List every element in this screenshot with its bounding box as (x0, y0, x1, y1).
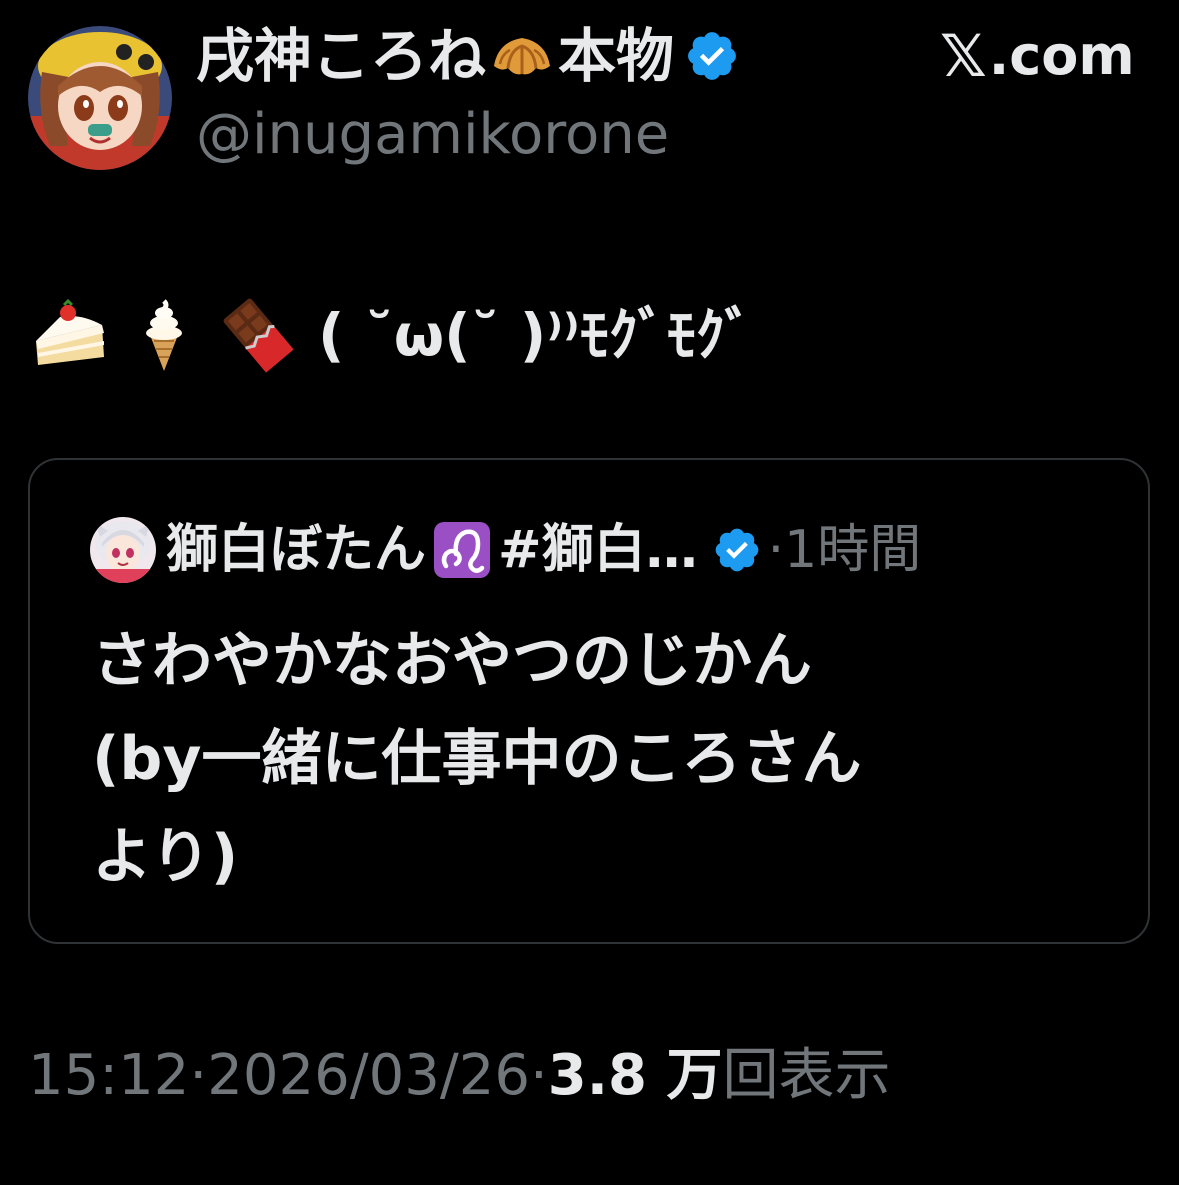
meta-separator: · (529, 1043, 548, 1108)
soft-ice-cream-icon (124, 295, 204, 375)
verified-badge-icon (712, 525, 762, 575)
leo-icon (432, 520, 492, 580)
tweet-kaomoji-text: ( ˘ω(˘ )⁾⁾ﾓｸﾞﾓｸﾞ (318, 301, 754, 369)
quote-body-line: (by一緒に仕事中のころさん (92, 724, 862, 794)
quote-author-avatar (90, 517, 156, 583)
quote-header: 獅白ぼたん #獅白… ·1時間 (90, 514, 921, 586)
tweet-text: ( ˘ω(˘ )⁾⁾ﾓｸﾞﾓｸﾞ (30, 290, 754, 380)
quote-timestamp: ·1時間 (767, 520, 922, 580)
quote-tweet-card[interactable]: 獅白ぼたん #獅白… ·1時間 さわやかなおやつのじかん (by一緒に仕事中のこ… (28, 458, 1150, 944)
quote-author-hashtag: #獅白… (498, 520, 698, 580)
quote-body-line: より) (92, 822, 239, 892)
meta-separator: · (189, 1043, 208, 1108)
x-logo-icon: 𝕏 (940, 22, 987, 90)
views-count: 3.8 万 (547, 1043, 723, 1108)
x-brand-logo: 𝕏 .com (940, 24, 1135, 88)
chocolate-bar-icon (218, 295, 298, 375)
croissant-icon (490, 28, 554, 84)
tweet-date[interactable]: 2026/03/26 (207, 1048, 530, 1104)
cake-icon (30, 295, 110, 375)
author-name-suffix: 本物 (558, 22, 675, 90)
author-handle[interactable]: @inugamikorone (196, 104, 669, 166)
tweet-meta: 15:12 · 2026/03/26 · 3.8 万 回表示 (28, 1036, 890, 1116)
brand-domain: .com (988, 24, 1135, 87)
tweet-time[interactable]: 15:12 (28, 1048, 189, 1104)
views-label: 回表示 (722, 1043, 891, 1108)
quote-author-name: 獅白ぼたん (166, 520, 427, 580)
quote-body-text: さわやかなおやつのじかん (by一緒に仕事中のころさん より) (92, 612, 1102, 906)
verified-badge-icon (684, 28, 740, 84)
author-display-name: 戌神ころね (196, 22, 487, 90)
author-name-row[interactable]: 戌神ころね 本物 (196, 18, 740, 94)
author-avatar[interactable] (28, 26, 172, 170)
quote-body-line: さわやかなおやつのじかん (92, 626, 812, 696)
